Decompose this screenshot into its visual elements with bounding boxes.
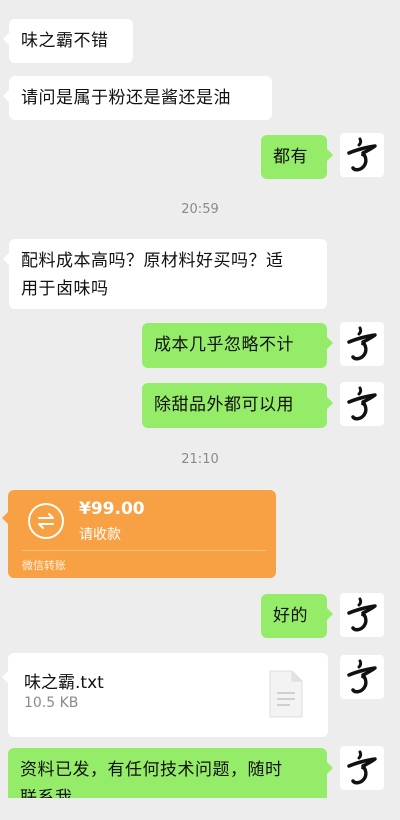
message-text-line: 联系我 [20, 788, 73, 798]
calligraphy-avatar-icon [340, 746, 384, 790]
message-text-line: 资料已发，有任何技术问题，随时 [20, 760, 283, 780]
message-sent[interactable]: 资料已发，有任何技术问题，随时 联系我 [8, 748, 333, 798]
avatar[interactable] [340, 746, 384, 790]
message-clip-area: 资料已发，有任何技术问题，随时 联系我 [0, 0, 400, 798]
